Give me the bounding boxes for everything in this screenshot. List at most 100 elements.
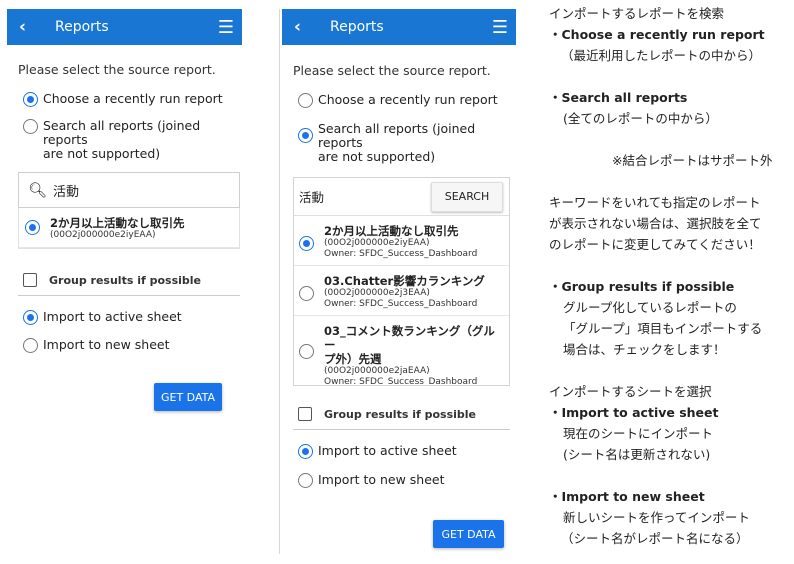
option-recent-report[interactable]: Choose a recently run report <box>23 92 238 107</box>
get-data-button[interactable]: GET DATA <box>433 520 504 548</box>
app-title: Reports <box>330 19 384 35</box>
result-row[interactable]: 2か月以上活動なし取引先 (00O2j000000e2iyEAA) Owner:… <box>294 216 509 266</box>
page-prompt: Please select the source report. <box>18 62 216 77</box>
option-import-new[interactable]: Import to new sheet <box>298 473 512 488</box>
report-id: (00O2j000000e2j3EAA) <box>324 288 430 298</box>
divider <box>279 9 280 554</box>
note-line: ※結合レポートはサポート外 <box>612 153 773 168</box>
radio-unselected-icon[interactable] <box>298 93 313 108</box>
note-heading: ・Group results if possible <box>549 279 735 294</box>
report-owner: Owner: SFDC_Success_Dashboard <box>324 299 478 309</box>
app-bar: ‹ Reports ☰ <box>282 9 516 45</box>
note-heading: ・Choose a recently run report <box>549 27 765 42</box>
report-name-line2: プ外）先週 <box>324 352 382 366</box>
report-name-line1: 03_コメント数ランキング（グルー <box>324 324 495 352</box>
radio-unselected-icon[interactable] <box>299 344 314 359</box>
radio-selected-icon[interactable] <box>298 444 313 459</box>
group-results-checkbox-row[interactable]: Group results if possible <box>298 407 476 421</box>
divider <box>293 429 510 430</box>
report-owner: Owner: SFDC_Success_Dashboard <box>324 377 478 386</box>
note-line: ・Search all reports <box>549 90 687 106</box>
note-line: ・Import to active sheet <box>549 405 718 421</box>
option-search-label-line1: Search all reports (joined reports <box>318 121 476 150</box>
note-line: （シート名がレポート名になる） <box>561 531 749 546</box>
report-id: (00O2j000000e2iyEAA) <box>324 238 430 248</box>
option-search-label: Search all reports (joined reports are n… <box>43 119 238 161</box>
report-owner: Owner: SFDC_Success_Dashboard <box>324 249 478 259</box>
note-line: (全てのレポートの中から） <box>563 111 718 126</box>
option-search-label-line2: are not supported) <box>318 149 436 164</box>
app-title: Reports <box>55 19 109 35</box>
note-line: 現在のシートにインポート <box>563 426 714 441</box>
report-id: (00O2j000000e2jaEAA) <box>324 366 430 376</box>
note-line: のレポートに変更してみてください！ <box>549 237 761 252</box>
option-search-label-line1: Search all reports (joined reports <box>43 118 201 147</box>
note-line: キーワードをいれても指定のレポート <box>549 195 761 210</box>
note-line: インポートするシートを選択 <box>549 384 712 399</box>
search-results: 2か月以上活動なし取引先 (00O2j000000e2iyEAA) <box>18 208 240 249</box>
option-import-active[interactable]: Import to active sheet <box>298 444 512 459</box>
hamburger-menu-icon[interactable]: ☰ <box>492 17 508 38</box>
panel-left: ‹ Reports ☰ Please select the source rep… <box>7 9 242 429</box>
import-active-label: Import to active sheet <box>43 309 182 324</box>
group-results-label: Group results if possible <box>324 407 477 421</box>
radio-unselected-icon[interactable] <box>298 473 313 488</box>
note-line: ・Choose a recently run report <box>549 27 765 43</box>
result-row[interactable]: 2か月以上活動なし取引先 (00O2j000000e2iyEAA) <box>19 208 239 248</box>
search-bar: 活動 SEARCH <box>294 178 509 216</box>
note-line: ・Group results if possible <box>549 279 734 295</box>
note-line: （最近利用したレポートの中から） <box>561 48 762 63</box>
hamburger-menu-icon[interactable]: ☰ <box>218 17 234 38</box>
note-line: ・Import to new sheet <box>549 489 705 505</box>
note-heading: ・Import to active sheet <box>549 405 719 420</box>
option-recent-label: Choose a recently run report <box>43 91 223 106</box>
radio-selected-icon[interactable] <box>299 236 314 251</box>
radio-selected-icon[interactable] <box>25 220 40 235</box>
note-heading: ・Import to new sheet <box>549 489 705 504</box>
search-input[interactable]: 活動 <box>299 187 324 206</box>
search-input[interactable]: 🔍︎ 活動 <box>18 172 240 208</box>
divider <box>18 295 240 296</box>
report-id: (00O2j000000e2iyEAA) <box>50 230 156 240</box>
search-results: 2か月以上活動なし取引先 (00O2j000000e2iyEAA) Owner:… <box>294 216 509 386</box>
option-search-label: Search all reports (joined reports are n… <box>318 122 512 164</box>
radio-unselected-icon[interactable] <box>23 119 38 134</box>
search-input-value: 活動 <box>53 184 80 200</box>
back-chevron-icon[interactable]: ‹ <box>294 17 318 37</box>
note-line: グループ化しているレポートの <box>563 300 737 315</box>
note-line: インポートするレポートを検索 <box>549 6 725 21</box>
app-bar: ‹ Reports ☰ <box>7 9 242 45</box>
option-recent-report[interactable]: Choose a recently run report <box>298 93 512 108</box>
back-chevron-icon[interactable]: ‹ <box>19 17 43 37</box>
group-results-checkbox-row[interactable]: Group results if possible <box>23 273 201 287</box>
note-line: 「グループ」項目もインポートする <box>563 321 763 336</box>
option-search-all[interactable]: Search all reports (joined reports are n… <box>23 119 238 161</box>
note-line: (シート名は更新されない) <box>563 447 711 462</box>
group-results-checkbox[interactable] <box>23 273 37 287</box>
note-line: 場合は、チェックをします！ <box>563 342 726 357</box>
report-name: 03_コメント数ランキング（グルー プ外）先週 <box>324 324 503 366</box>
import-new-label: Import to new sheet <box>43 337 170 352</box>
radio-unselected-icon[interactable] <box>299 286 314 301</box>
report-name: 03.Chatter影響カランキング <box>324 274 485 288</box>
report-name: 2か月以上活動なし取引先 <box>324 224 459 238</box>
option-search-all[interactable]: Search all reports (joined reports are n… <box>298 122 512 164</box>
radio-selected-icon[interactable] <box>23 310 38 325</box>
panel-middle: ‹ Reports ☰ Please select the source rep… <box>282 9 516 554</box>
result-row[interactable]: 03_コメント数ランキング（グルー プ外）先週 (00O2j000000e2ja… <box>294 316 509 386</box>
option-search-label-line2: are not supported) <box>43 146 161 161</box>
option-import-active[interactable]: Import to active sheet <box>23 310 238 325</box>
group-results-checkbox[interactable] <box>298 407 312 421</box>
group-results-label: Group results if possible <box>49 273 202 287</box>
page-prompt: Please select the source report. <box>293 63 491 78</box>
search-button[interactable]: SEARCH <box>431 181 503 212</box>
get-data-button[interactable]: GET DATA <box>154 383 222 411</box>
radio-unselected-icon[interactable] <box>23 338 38 353</box>
option-recent-label: Choose a recently run report <box>318 92 498 107</box>
radio-selected-icon[interactable] <box>298 128 313 143</box>
option-import-new[interactable]: Import to new sheet <box>23 338 238 353</box>
result-row[interactable]: 03.Chatter影響カランキング (00O2j000000e2j3EAA) … <box>294 266 509 316</box>
import-active-label: Import to active sheet <box>318 443 457 458</box>
radio-selected-icon[interactable] <box>23 92 38 107</box>
note-heading: ・Search all reports <box>549 90 688 105</box>
